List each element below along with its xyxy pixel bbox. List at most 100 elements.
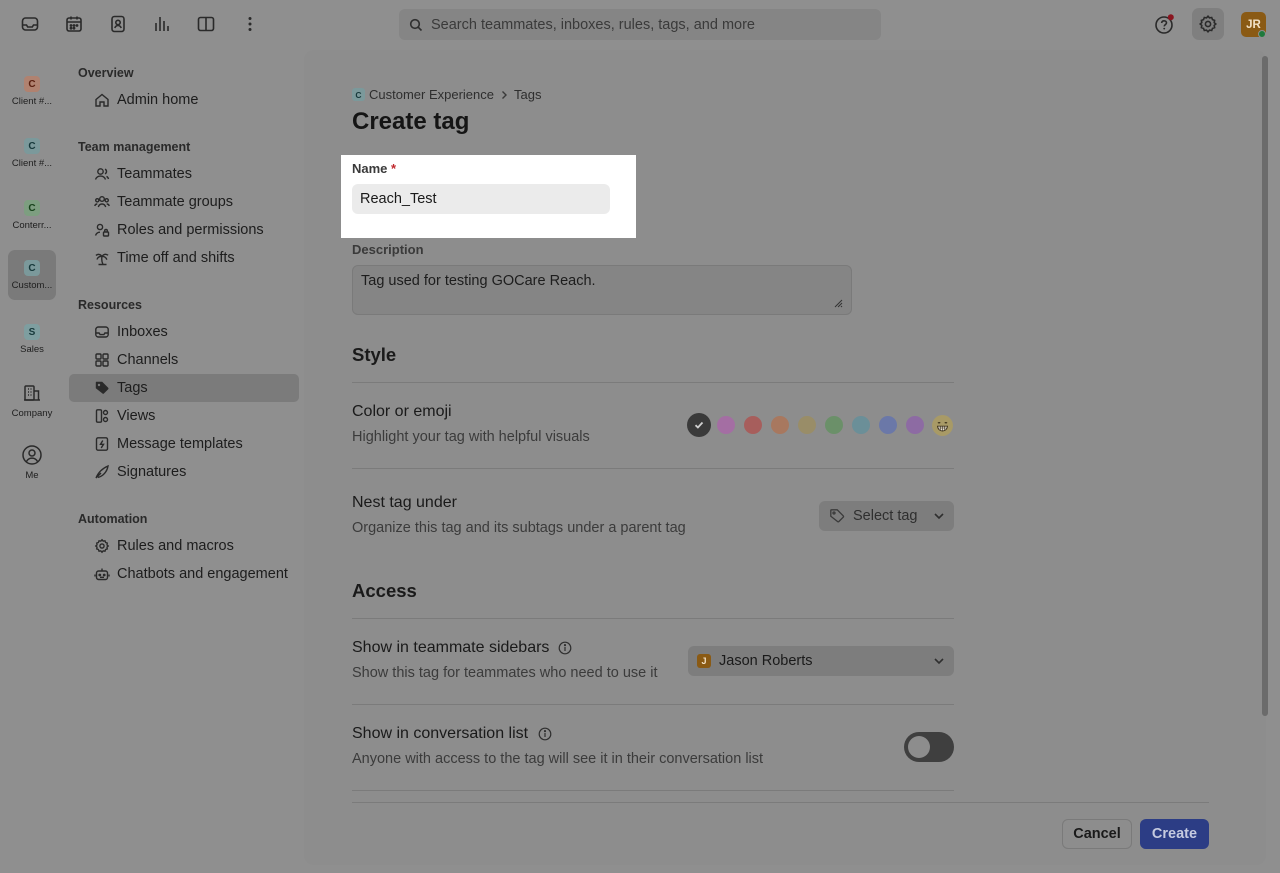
analytics-icon[interactable]	[150, 12, 174, 36]
breadcrumb-workspace[interactable]: Customer Experience	[369, 87, 494, 102]
rail-workspace-customer[interactable]: C Custom...	[8, 250, 56, 300]
style-section-title: Style	[352, 344, 397, 365]
building-icon	[21, 382, 43, 404]
grin-emoji-icon[interactable]	[932, 415, 953, 436]
color-title: Color or emoji	[352, 403, 452, 420]
nav-item-label: Chatbots and engagement	[117, 566, 288, 582]
description-label: Description	[352, 242, 424, 257]
info-icon[interactable]	[558, 641, 572, 655]
palm-tree-icon	[94, 250, 110, 266]
color-swatch[interactable]	[798, 416, 816, 434]
divider	[352, 618, 954, 619]
help-icon[interactable]	[1153, 13, 1175, 35]
nav-item-time-off[interactable]: Time off and shifts	[69, 244, 299, 272]
tag-outline-icon	[829, 508, 845, 524]
color-swatch[interactable]	[717, 416, 735, 434]
gear-icon	[1198, 14, 1218, 34]
workspace-label: Client #...	[11, 158, 53, 169]
name-input[interactable]: Reach_Test	[352, 184, 610, 214]
workspace-badge: C	[352, 88, 365, 101]
nav-section-resources: Resources	[78, 298, 142, 312]
calendar-icon[interactable]	[62, 12, 86, 36]
rail-workspace-client-1[interactable]: C Client #...	[8, 70, 56, 120]
knowledge-base-icon[interactable]	[194, 12, 218, 36]
color-swatch[interactable]	[687, 413, 711, 437]
nav-item-channels[interactable]: Channels	[69, 346, 299, 374]
tag-icon	[94, 380, 110, 396]
toggle-knob	[908, 736, 930, 758]
inbox-icon[interactable]	[18, 12, 42, 36]
users-icon	[94, 194, 110, 210]
nav-item-inboxes[interactable]: Inboxes	[69, 318, 299, 346]
color-swatch[interactable]	[744, 416, 762, 434]
required-mark: *	[391, 161, 397, 176]
color-swatch[interactable]	[825, 416, 843, 434]
workspace-label: Sales	[20, 344, 44, 355]
rail-label: Company	[11, 408, 53, 419]
description-text: Tag used for testing GOCare Reach.	[361, 273, 596, 289]
nav-item-rules[interactable]: Rules and macros	[69, 532, 299, 560]
nav-item-label: Teammate groups	[117, 194, 234, 210]
search-input[interactable]: Search teammates, inboxes, rules, tags, …	[399, 9, 881, 40]
nav-item-label: Message templates	[117, 436, 243, 452]
color-swatch[interactable]	[771, 416, 789, 434]
color-swatch[interactable]	[879, 416, 897, 434]
nav-item-roles[interactable]: Roles and permissions	[69, 216, 299, 244]
nav-item-tags[interactable]: Tags	[69, 374, 299, 402]
contacts-icon[interactable]	[106, 12, 130, 36]
workspace-badge: C	[24, 76, 40, 92]
name-label: Name *	[352, 161, 396, 176]
sidebars-desc: Show this tag for teammates who need to …	[352, 665, 658, 681]
breadcrumb-page[interactable]: Tags	[514, 87, 541, 102]
divider	[352, 382, 954, 383]
sidebars-title: Show in teammate sidebars	[352, 639, 550, 656]
rail-workspace-sales[interactable]: S Sales	[8, 318, 56, 368]
home-icon	[94, 92, 110, 108]
nav-item-label: Signatures	[117, 464, 187, 480]
teammate-select[interactable]: J Jason Roberts	[688, 646, 954, 676]
info-icon[interactable]	[538, 727, 552, 741]
nav-item-message-templates[interactable]: Message templates	[69, 430, 299, 458]
rail-workspace-conterra[interactable]: C Conterr...	[8, 194, 56, 244]
nav-item-label: Channels	[117, 352, 179, 368]
divider	[352, 704, 954, 705]
color-swatch[interactable]	[852, 416, 870, 434]
more-vertical-icon[interactable]	[238, 12, 262, 36]
color-swatch[interactable]	[906, 416, 924, 434]
user-icon	[94, 166, 110, 182]
nav-item-signatures[interactable]: Signatures	[69, 458, 299, 486]
parent-tag-select[interactable]: Select tag	[819, 501, 954, 531]
pen-nib-icon	[94, 464, 110, 480]
access-section-title: Access	[352, 580, 417, 601]
nav-item-teammate-groups[interactable]: Teammate groups	[69, 188, 299, 216]
rail-workspace-client-2[interactable]: C Client #...	[8, 132, 56, 182]
breadcrumb: C Customer Experience Tags	[352, 87, 541, 102]
cancel-button[interactable]: Cancel	[1062, 819, 1132, 849]
nav-section-team: Team management	[78, 140, 191, 154]
workspace-badge: C	[24, 138, 40, 154]
panel-scrollbar[interactable]	[1262, 56, 1268, 716]
nav-item-teammates[interactable]: Teammates	[69, 160, 299, 188]
workspace-label: Custom...	[11, 280, 53, 291]
create-button[interactable]: Create	[1140, 819, 1209, 849]
nav-item-views[interactable]: Views	[69, 402, 299, 430]
name-label-text: Name	[352, 161, 388, 176]
chevron-right-icon	[500, 90, 508, 100]
convo-desc: Anyone with access to the tag will see i…	[352, 751, 764, 767]
online-status-dot	[1258, 30, 1266, 38]
nav-item-admin-home[interactable]: Admin home	[69, 86, 299, 114]
conversation-list-toggle[interactable]	[904, 732, 954, 762]
workspace-label: Conterr...	[12, 220, 52, 231]
rail-company[interactable]: Company	[8, 376, 56, 426]
resize-handle-icon[interactable]	[833, 298, 843, 308]
footer-divider	[352, 802, 1209, 803]
divider	[352, 468, 954, 469]
user-lock-icon	[94, 222, 110, 238]
rail-label: Me	[25, 470, 39, 481]
nav-item-label: Roles and permissions	[117, 222, 264, 238]
rail-me[interactable]: Me	[8, 438, 56, 488]
settings-button[interactable]	[1192, 8, 1224, 40]
description-textarea[interactable]: Tag used for testing GOCare Reach.	[352, 265, 852, 315]
nav-item-chatbots[interactable]: Chatbots and engagement	[69, 560, 299, 588]
nav-item-label: Inboxes	[117, 324, 168, 340]
